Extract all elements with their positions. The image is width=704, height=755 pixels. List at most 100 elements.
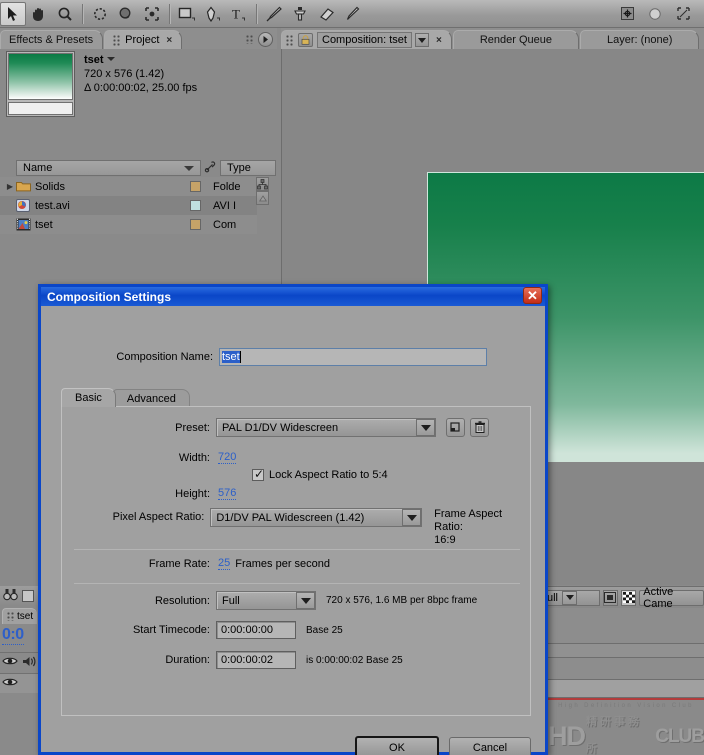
- clone-stamp-tool-icon[interactable]: [287, 2, 313, 26]
- start-timecode-row: Start Timecode: 0:00:00:00 Base 25: [62, 621, 530, 639]
- tab-composition-tset[interactable]: Composition: tset ×: [281, 30, 452, 49]
- chevron-down-icon[interactable]: [414, 33, 429, 47]
- table-row[interactable]: tset Com: [0, 215, 257, 234]
- start-timecode-base: Base 25: [306, 624, 343, 636]
- project-panel-scrollbar[interactable]: [256, 177, 269, 217]
- lock-aspect-ratio-checkbox[interactable]: [252, 467, 264, 481]
- binoculars-icon[interactable]: [3, 588, 18, 604]
- item-color-swatch[interactable]: [190, 219, 201, 230]
- dialog-button-row: OK Cancel: [355, 736, 531, 755]
- transparency-grid-icon[interactable]: [621, 589, 637, 606]
- watermark-tagline: High Definition Vision Club: [558, 703, 694, 709]
- timeline-tab-tset[interactable]: tset: [2, 608, 38, 624]
- chevron-down-icon[interactable]: [562, 590, 578, 605]
- height-value[interactable]: 576: [218, 487, 237, 500]
- rotate-tool-icon[interactable]: [87, 2, 113, 26]
- panel-menu-icon[interactable]: [258, 32, 273, 47]
- item-color-swatch[interactable]: [190, 181, 201, 192]
- preset-value: PAL D1/DV Widescreen: [222, 421, 339, 434]
- chevron-down-icon[interactable]: [416, 419, 435, 436]
- puppet-pin-tool-icon[interactable]: [339, 2, 365, 26]
- pixel-aspect-ratio-row: Pixel Aspect Ratio: D1/DV PAL Widescreen…: [62, 508, 530, 547]
- composition-settings-dialog: Composition Settings ✕ Composition Name:…: [38, 284, 548, 755]
- resolution-value: Full: [222, 594, 240, 607]
- eye-icon[interactable]: [2, 676, 18, 691]
- preset-dropdown[interactable]: PAL D1/DV Widescreen: [216, 418, 436, 437]
- column-header-type[interactable]: Type: [220, 160, 276, 176]
- chevron-down-icon[interactable]: [106, 57, 115, 61]
- tab-project[interactable]: Project ×: [104, 30, 183, 49]
- dialog-titlebar[interactable]: Composition Settings ✕: [41, 284, 545, 306]
- column-label: Name: [23, 162, 53, 174]
- chevron-down-icon[interactable]: [402, 509, 422, 526]
- composition-duration: Δ 0:00:00:02, 25.00 fps: [84, 82, 198, 94]
- frame-rate-label: Frame Rate:: [148, 557, 210, 570]
- tab-effects-and-presets[interactable]: Effects & Presets: [0, 30, 104, 49]
- duration-label: Duration:: [165, 654, 210, 666]
- zoom-tool-icon[interactable]: [52, 2, 78, 26]
- pan-behind-tool-icon[interactable]: [139, 2, 165, 26]
- composition-thumbnail[interactable]: [6, 51, 75, 117]
- item-type: Com: [213, 218, 237, 231]
- camera-value: Active Came: [643, 585, 674, 610]
- table-row[interactable]: test.avi AVI I: [0, 196, 257, 215]
- tab-layer-none[interactable]: Layer: (none): [580, 30, 700, 49]
- table-row[interactable]: ▶ Solids Folde: [0, 177, 257, 196]
- composition-name: tset: [84, 54, 104, 66]
- region-of-interest-icon[interactable]: [602, 589, 618, 606]
- resolution-dropdown[interactable]: Full: [216, 591, 316, 610]
- tab-render-queue[interactable]: Render Queue: [452, 30, 579, 49]
- after-effects-window: T Effects & Presets Project × Compositio…: [0, 0, 704, 755]
- preset-label: Preset:: [175, 421, 210, 434]
- dialog-title: Composition Settings: [47, 289, 171, 304]
- composition-dimensions: 720 x 576 (1.42): [84, 68, 165, 80]
- lock-aspect-ratio-row[interactable]: Lock Aspect Ratio to 5:4: [252, 467, 388, 481]
- start-timecode-input[interactable]: 0:00:00:00: [216, 621, 296, 639]
- close-icon[interactable]: ×: [166, 35, 172, 46]
- anchor-point-icon[interactable]: [614, 2, 640, 26]
- pen-tool-icon[interactable]: [200, 2, 226, 26]
- expand-arrow-icon[interactable]: ▶: [4, 182, 16, 191]
- tab-basic[interactable]: Basic: [61, 388, 116, 407]
- sphere-icon[interactable]: [642, 2, 668, 26]
- eye-icon[interactable]: [2, 655, 18, 670]
- shape-tool-icon[interactable]: [174, 2, 200, 26]
- brush-tool-icon[interactable]: [261, 2, 287, 26]
- save-preset-icon[interactable]: [446, 418, 465, 437]
- link-icon[interactable]: [204, 160, 218, 176]
- orbit-camera-tool-icon[interactable]: [113, 2, 139, 26]
- ok-button[interactable]: OK: [355, 736, 439, 755]
- panel-options-icon[interactable]: [22, 590, 34, 602]
- item-color-swatch[interactable]: [190, 200, 201, 211]
- scroll-up-button[interactable]: [256, 191, 269, 205]
- hierarchy-icon[interactable]: [256, 177, 269, 191]
- speaker-icon[interactable]: [22, 655, 37, 671]
- basic-settings-group: Preset: PAL D1/DV Widescreen Width: 720 …: [61, 406, 531, 716]
- eraser-tool-icon[interactable]: [313, 2, 339, 26]
- duration-input[interactable]: 0:00:00:02: [216, 651, 296, 669]
- composition-name-input[interactable]: tset: [219, 348, 487, 366]
- width-value[interactable]: 720: [218, 451, 237, 464]
- close-icon[interactable]: ×: [436, 35, 442, 46]
- tab-label: Effects & Presets: [9, 34, 94, 46]
- panel-grip-icon: [246, 35, 253, 44]
- pixel-aspect-ratio-dropdown[interactable]: D1/DV PAL Widescreen (1.42): [210, 508, 423, 527]
- selection-tool-icon[interactable]: [0, 1, 26, 26]
- lock-icon[interactable]: [298, 33, 313, 47]
- cancel-button[interactable]: Cancel: [449, 737, 531, 755]
- tab-advanced[interactable]: Advanced: [112, 389, 190, 407]
- current-time-display[interactable]: 0:0: [2, 626, 24, 645]
- chevron-down-icon[interactable]: [296, 592, 315, 609]
- grid-guides-icon[interactable]: [670, 2, 696, 26]
- resolution-dropdown[interactable]: ull: [543, 589, 600, 606]
- frame-rate-value[interactable]: 25: [218, 557, 231, 570]
- column-header-name[interactable]: Name: [16, 160, 201, 176]
- chevron-down-icon[interactable]: [184, 165, 194, 171]
- trash-icon[interactable]: [470, 418, 489, 437]
- type-tool-icon[interactable]: T: [226, 2, 252, 26]
- camera-dropdown[interactable]: Active Came: [639, 586, 704, 610]
- resolution-label: Resolution:: [154, 594, 210, 607]
- item-label: tset: [35, 218, 53, 231]
- hand-tool-icon[interactable]: [26, 2, 52, 26]
- close-icon[interactable]: ✕: [523, 287, 542, 304]
